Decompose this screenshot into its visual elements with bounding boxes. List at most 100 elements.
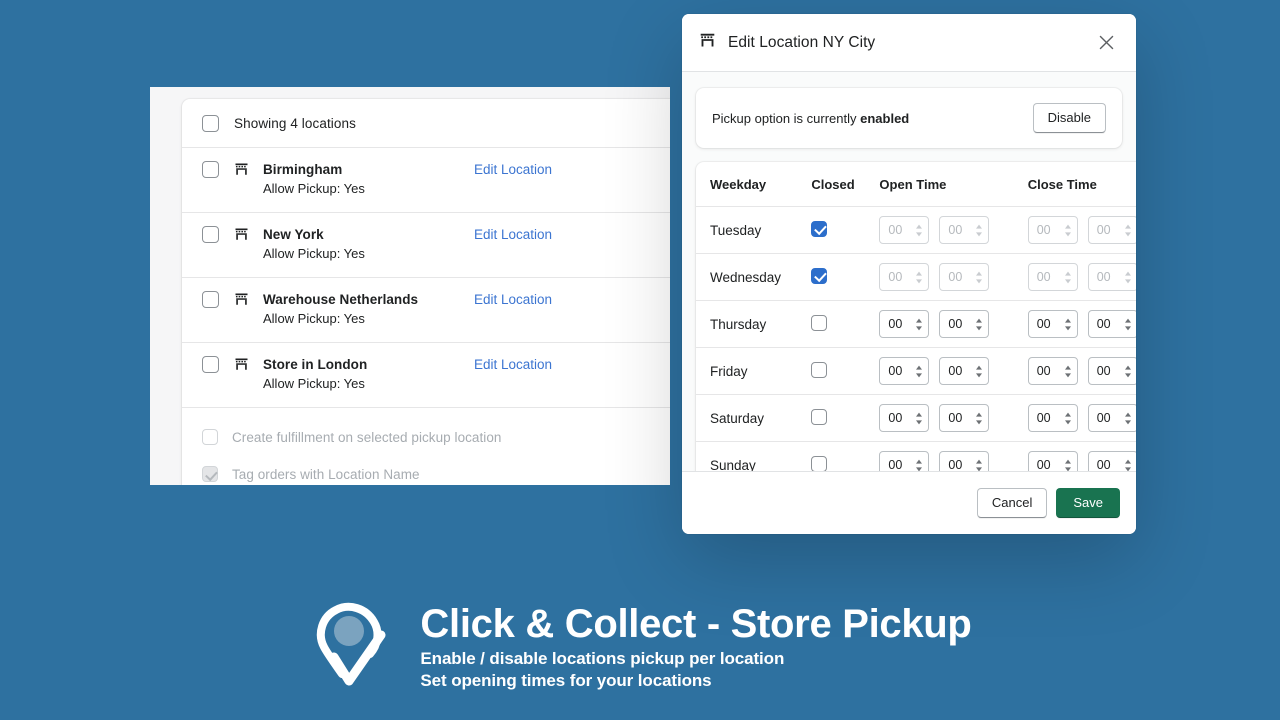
banner-subtitle-2: Set opening times for your locations <box>420 670 712 690</box>
open-minute-input[interactable]: 00 <box>939 263 990 291</box>
closed-checkbox[interactable] <box>811 455 828 471</box>
closed-checkbox[interactable] <box>811 220 828 237</box>
close-hour-input[interactable]: 00 <box>1027 310 1078 338</box>
locations-list: Birmingham Allow Pickup: Yes Edit Location… <box>182 147 670 407</box>
modal-footer: Cancel Save <box>682 471 1136 534</box>
open-minute-input[interactable]: 00 <box>939 216 990 244</box>
weekday-row: Sunday 00 00 00 00 <box>696 441 1136 471</box>
weekday-label: Saturday <box>696 394 812 442</box>
weekday-row: Thursday 00 00 00 00 <box>696 300 1136 348</box>
footer-option-label: Tag orders with Location Name <box>232 466 420 482</box>
close-minute-input[interactable]: 00 <box>1087 451 1136 471</box>
closed-checkbox[interactable] <box>811 267 828 284</box>
banner-text-block: Click & Collect - Store Pickup Enable / … <box>420 600 971 696</box>
footer-option: Tag orders with Location Name <box>202 466 670 482</box>
open-time-inputs: 00 00 <box>879 404 990 432</box>
promo-banner: Click & Collect - Store Pickup Enable / … <box>0 575 1280 720</box>
close-minute-input[interactable]: 00 <box>1087 216 1136 244</box>
save-button[interactable]: Save <box>1056 488 1120 518</box>
close-time-inputs: 00 00 <box>1027 216 1136 244</box>
store-icon <box>234 292 249 307</box>
select-all-checkbox[interactable] <box>202 115 219 132</box>
location-row: Birmingham Allow Pickup: Yes Edit Location <box>182 147 670 212</box>
pickup-status-card: Pickup option is currently enabled Disab… <box>696 88 1122 148</box>
close-minute-input[interactable]: 00 <box>1087 263 1136 291</box>
disable-pickup-button[interactable]: Disable <box>1032 103 1106 133</box>
edit-location-link[interactable]: Edit Location <box>474 357 552 372</box>
close-hour-input[interactable]: 00 <box>1027 404 1078 432</box>
banner-title: Click & Collect - Store Pickup <box>420 601 972 646</box>
modal-title: Edit Location NY City <box>728 33 876 51</box>
close-hour-input[interactable]: 00 <box>1027 216 1078 244</box>
modal-body: Pickup option is currently enabled Disab… <box>682 72 1136 471</box>
close-icon[interactable] <box>1093 30 1119 56</box>
weekday-label: Sunday <box>696 441 812 471</box>
open-minute-input[interactable]: 00 <box>939 310 990 338</box>
location-checkbox[interactable] <box>202 291 219 308</box>
open-time-inputs: 00 00 <box>879 451 990 471</box>
modal-header: Edit Location NY City <box>682 14 1136 72</box>
close-hour-input[interactable]: 00 <box>1027 357 1078 385</box>
open-time-inputs: 00 00 <box>879 216 990 244</box>
store-icon <box>699 32 716 54</box>
weekday-row: Saturday 00 00 00 00 <box>696 394 1136 442</box>
open-time-inputs: 00 00 <box>879 357 990 385</box>
store-icon <box>234 162 249 177</box>
weekday-row: Friday 00 00 00 00 <box>696 347 1136 395</box>
location-pickup-status: Allow Pickup: Yes <box>263 311 365 326</box>
location-pickup-status: Allow Pickup: Yes <box>263 181 365 196</box>
close-minute-input[interactable]: 00 <box>1087 404 1136 432</box>
edit-location-link[interactable]: Edit Location <box>474 227 552 242</box>
footer-option: Create fulfillment on selected pickup lo… <box>202 429 670 445</box>
edit-location-modal: Edit Location NY City Pickup option is c… <box>682 14 1136 534</box>
map-pin-check-icon <box>308 598 394 698</box>
footer-option-checkbox[interactable] <box>202 429 218 445</box>
table-header-row: Weekday Closed Open Time Close Time <box>696 162 1136 207</box>
locations-card: Showing 4 locations Birmingham Allow Pick… <box>182 99 670 485</box>
footer-option-checkbox[interactable] <box>202 466 218 482</box>
open-hour-input[interactable]: 00 <box>879 216 930 244</box>
location-row: New York Allow Pickup: Yes Edit Location <box>182 212 670 277</box>
open-time-inputs: 00 00 <box>879 310 990 338</box>
col-open-time: Open Time <box>879 162 1028 207</box>
open-minute-input[interactable]: 00 <box>939 357 990 385</box>
closed-checkbox[interactable] <box>811 314 828 331</box>
open-hour-input[interactable]: 00 <box>879 451 930 471</box>
location-pickup-status: Allow Pickup: Yes <box>263 246 365 261</box>
close-time-inputs: 00 00 <box>1027 451 1136 471</box>
location-row: Warehouse Netherlands Allow Pickup: Yes Ed… <box>182 277 670 342</box>
edit-location-link[interactable]: Edit Location <box>474 292 552 307</box>
col-closed: Closed <box>811 162 880 207</box>
open-minute-input[interactable]: 00 <box>939 404 990 432</box>
opening-hours-card: Weekday Closed Open Time Close Time Tues… <box>696 162 1136 471</box>
edit-location-link[interactable]: Edit Location <box>474 162 552 177</box>
location-name: Warehouse Netherlands <box>263 292 419 307</box>
location-name: Birmingham <box>263 162 343 177</box>
col-weekday: Weekday <box>696 162 812 207</box>
cancel-button[interactable]: Cancel <box>976 488 1048 518</box>
open-hour-input[interactable]: 00 <box>879 404 930 432</box>
closed-checkbox[interactable] <box>811 361 828 378</box>
open-minute-input[interactable]: 00 <box>939 451 990 471</box>
close-hour-input[interactable]: 00 <box>1027 451 1078 471</box>
location-name: New York <box>263 227 324 242</box>
open-hour-input[interactable]: 00 <box>879 357 930 385</box>
list-header: Showing 4 locations <box>182 99 670 147</box>
location-pickup-status: Allow Pickup: Yes <box>263 376 365 391</box>
location-checkbox[interactable] <box>202 161 219 178</box>
pickup-status-text: Pickup option is currently enabled <box>712 111 909 126</box>
footer-option-label: Create fulfillment on selected pickup lo… <box>232 429 502 445</box>
banner-subtitle-1: Enable / disable locations pickup per lo… <box>420 648 785 668</box>
location-checkbox[interactable] <box>202 356 219 373</box>
open-hour-input[interactable]: 00 <box>879 263 930 291</box>
location-checkbox[interactable] <box>202 226 219 243</box>
closed-checkbox[interactable] <box>811 408 828 425</box>
col-close-time: Close Time <box>1027 162 1136 207</box>
close-minute-input[interactable]: 00 <box>1087 357 1136 385</box>
weekday-label: Tuesday <box>696 206 812 254</box>
weekday-label: Wednesday <box>696 253 812 301</box>
close-time-inputs: 00 00 <box>1027 263 1136 291</box>
close-hour-input[interactable]: 00 <box>1027 263 1078 291</box>
close-minute-input[interactable]: 00 <box>1087 310 1136 338</box>
open-hour-input[interactable]: 00 <box>879 310 930 338</box>
